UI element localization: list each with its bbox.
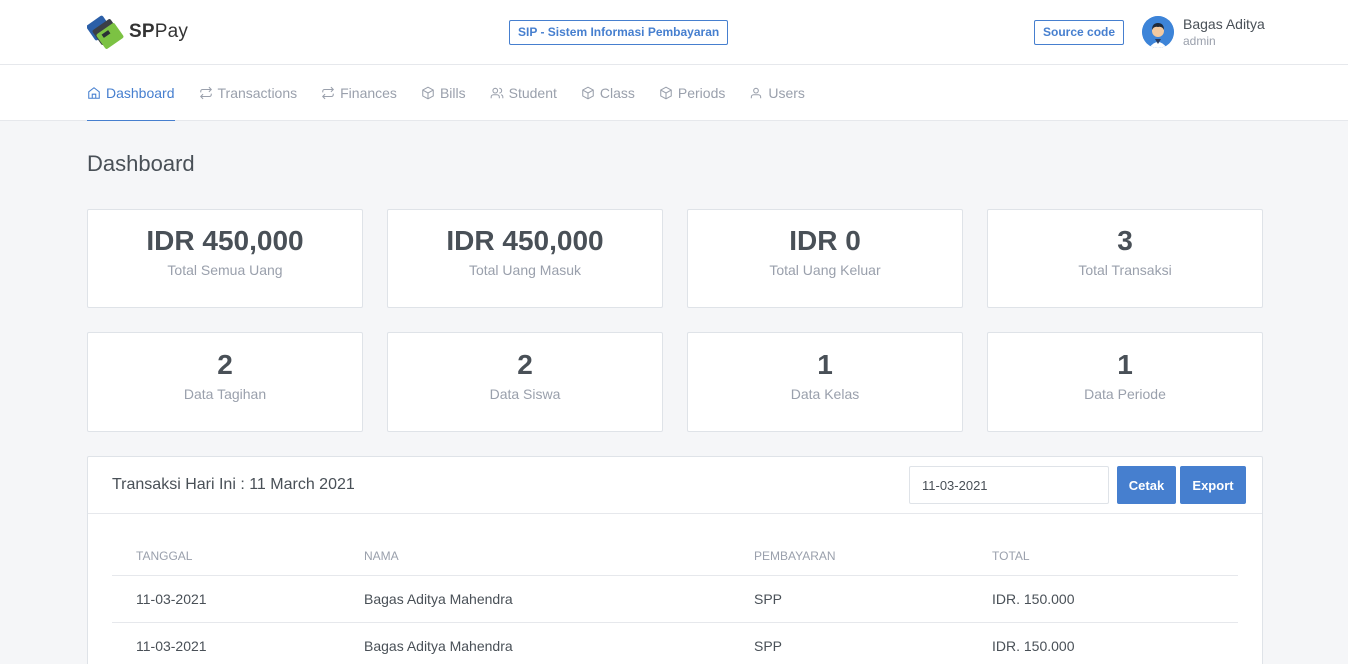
- nav-item-bills[interactable]: Bills: [421, 65, 466, 121]
- table-row: 11-03-2021 Bagas Aditya Mahendra SPP IDR…: [112, 622, 1238, 664]
- stat-value: 1: [1117, 349, 1133, 380]
- stat-label: Data Kelas: [790, 386, 860, 402]
- nav-item-periods[interactable]: Periods: [659, 65, 725, 121]
- stat-label: Total Transaksi: [1078, 262, 1172, 278]
- nav-label: Transactions: [217, 84, 298, 101]
- nav-tabs: Dashboard Transactions Finances Bills St…: [87, 65, 829, 121]
- box-icon: [422, 86, 434, 99]
- main-navbar: Dashboard Transactions Finances Bills St…: [0, 65, 1348, 121]
- stat-label: Total Uang Masuk: [468, 262, 582, 278]
- cell-nama: Bagas Aditya Mahendra: [340, 622, 730, 664]
- box-icon: [582, 86, 594, 99]
- cell-total: IDR. 150.000: [968, 575, 1238, 623]
- stat-card-total-semua-uang: IDR 450,000 Total Semua Uang: [87, 209, 363, 308]
- user-name: Bagas Aditya: [1183, 16, 1265, 32]
- stat-label: Total Uang Keluar: [769, 262, 881, 278]
- cell-tanggal: 11-03-2021: [112, 622, 340, 664]
- top-header: SPPay SIP - Sistem Informasi Pembayaran …: [0, 0, 1348, 65]
- nav-label: Dashboard: [106, 84, 175, 101]
- source-code-button[interactable]: Source code: [1034, 20, 1125, 45]
- stat-card-data-tagihan: 2 Data Tagihan: [87, 332, 363, 432]
- stat-label: Total Semua Uang: [167, 262, 283, 278]
- box-icon: [660, 86, 672, 99]
- transactions-panel: Transaksi Hari Ini : 11 March 2021 Cetak…: [87, 456, 1263, 664]
- users-icon: [490, 87, 503, 98]
- transactions-title: Transaksi Hari Ini : 11 March 2021: [112, 476, 355, 493]
- print-button[interactable]: Cetak: [1117, 466, 1176, 504]
- nav-item-transactions[interactable]: Transactions: [199, 65, 298, 121]
- stat-label: Data Tagihan: [183, 386, 267, 402]
- repeat-icon: [199, 86, 212, 99]
- nav-label: Student: [508, 84, 557, 101]
- stat-value: 2: [517, 349, 533, 380]
- cell-pembayaran: SPP: [730, 622, 968, 664]
- stat-value: 1: [817, 349, 833, 380]
- user-icon: [751, 87, 762, 98]
- stat-value: IDR 450,000: [146, 225, 304, 256]
- stat-card-total-uang-masuk: IDR 450,000 Total Uang Masuk: [387, 209, 663, 308]
- cell-total: IDR. 150.000: [968, 622, 1238, 664]
- stat-value: 2: [217, 349, 233, 380]
- nav-item-dashboard[interactable]: Dashboard: [87, 65, 175, 121]
- avatar: [1142, 16, 1174, 48]
- home-icon: [88, 86, 100, 99]
- stat-value: IDR 0: [789, 225, 861, 256]
- nav-label: Periods: [677, 84, 726, 101]
- stat-card-data-periode: 1 Data Periode: [987, 332, 1263, 432]
- transactions-table: TANGGAL NAMA PEMBAYARAN TOTAL 11-03-2021…: [112, 537, 1238, 664]
- export-button[interactable]: Export: [1180, 466, 1246, 504]
- stat-card-data-siswa: 2 Data Siswa: [387, 332, 663, 432]
- user-role: admin: [1183, 34, 1216, 48]
- cell-nama: Bagas Aditya Mahendra: [340, 575, 730, 623]
- cell-tanggal: 11-03-2021: [112, 575, 340, 623]
- table-header-row: TANGGAL NAMA PEMBAYARAN TOTAL: [112, 537, 1238, 576]
- column-header-total: TOTAL: [968, 537, 1238, 576]
- user-info: Bagas Aditya admin: [1183, 15, 1265, 49]
- column-header-pembayaran: PEMBAYARAN: [730, 537, 968, 576]
- transactions-panel-header: Transaksi Hari Ini : 11 March 2021 Cetak…: [88, 457, 1262, 514]
- nav-item-users[interactable]: Users: [749, 65, 805, 121]
- brand-logo[interactable]: SPPay: [86, 15, 189, 49]
- repeat-icon: [322, 86, 335, 99]
- nav-label: Users: [768, 84, 805, 101]
- brand-name: SPPay: [129, 21, 189, 42]
- stat-label: Data Siswa: [489, 386, 561, 402]
- stat-card-data-kelas: 1 Data Kelas: [687, 332, 963, 432]
- user-menu[interactable]: Bagas Aditya admin: [1142, 15, 1265, 49]
- column-header-nama: NAMA: [340, 537, 730, 576]
- sip-badge[interactable]: SIP - Sistem Informasi Pembayaran: [509, 20, 729, 45]
- stat-value: 3: [1117, 225, 1133, 256]
- nav-label: Class: [599, 84, 635, 101]
- stat-card-total-uang-keluar: IDR 0 Total Uang Keluar: [687, 209, 963, 308]
- table-row: 11-03-2021 Bagas Aditya Mahendra SPP IDR…: [112, 575, 1238, 623]
- nav-label: Bills: [439, 84, 466, 101]
- stat-label: Data Periode: [1084, 386, 1166, 402]
- cell-pembayaran: SPP: [730, 575, 968, 623]
- nav-item-finances[interactable]: Finances: [321, 65, 397, 121]
- page-title: Dashboard: [87, 151, 195, 176]
- stat-card-total-transaksi: 3 Total Transaksi: [987, 209, 1263, 308]
- nav-label: Finances: [340, 84, 397, 101]
- nav-item-class[interactable]: Class: [581, 65, 635, 121]
- column-header-tanggal: TANGGAL: [112, 537, 340, 576]
- nav-item-student[interactable]: Student: [490, 65, 557, 121]
- wallet-icon: [86, 15, 125, 49]
- stat-value: IDR 450,000: [446, 225, 604, 256]
- date-input[interactable]: [909, 466, 1109, 504]
